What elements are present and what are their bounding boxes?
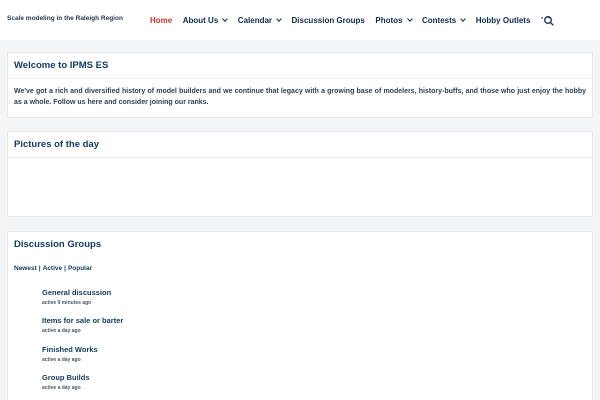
nav-item-home[interactable]: Home bbox=[150, 16, 172, 25]
list-item: Finished Works active a day ago bbox=[42, 345, 98, 363]
filter-newest[interactable]: Newest bbox=[14, 265, 37, 272]
welcome-card: Welcome to IPMS ES We've got a rich and … bbox=[7, 52, 593, 118]
filter-active[interactable]: Active bbox=[43, 265, 63, 272]
welcome-title: Welcome to IPMS ES bbox=[8, 53, 592, 79]
group-activity: active 9 minutes ago bbox=[42, 300, 92, 306]
nav-item-calendar[interactable]: Calendar bbox=[237, 15, 282, 25]
discussion-card: Discussion Groups Newest | Active | Popular … bbox=[7, 231, 593, 400]
nav-item-label: About Us bbox=[182, 15, 219, 25]
nav-item-label: Contests bbox=[422, 15, 457, 25]
nav-item-hobby-outlets[interactable]: Hobby Outlets bbox=[476, 16, 531, 25]
filter-separator: | bbox=[38, 265, 41, 272]
group-title-link[interactable]: General discussion bbox=[42, 288, 111, 297]
nav-item-contests[interactable]: Contests bbox=[422, 15, 467, 25]
filter-separator: | bbox=[64, 265, 66, 272]
group-filters: Newest | Active | Popular bbox=[14, 265, 92, 272]
nav-item-label: Discussion Groups bbox=[291, 15, 365, 25]
main-nav: Home About Us Calendar Discussion Groups… bbox=[150, 0, 551, 40]
nav-item-discussion-groups[interactable]: Discussion Groups bbox=[292, 16, 365, 25]
nav-item-label: Home bbox=[150, 15, 173, 25]
nav-item-label: Photos bbox=[375, 15, 403, 25]
site-tagline: Scale modeling in the Raleigh Region bbox=[7, 15, 123, 22]
chevron-down-icon bbox=[406, 16, 413, 22]
discussion-title: Discussion Groups bbox=[14, 239, 102, 250]
group-activity: active a day ago bbox=[42, 357, 81, 363]
nav-item-label: Hobby Outlets bbox=[475, 15, 531, 25]
group-activity: active a day ago bbox=[42, 328, 81, 334]
pictures-gallery bbox=[8, 158, 592, 216]
nav-item-label: Calendar bbox=[237, 15, 273, 25]
group-title-link[interactable]: Group Builds bbox=[42, 373, 90, 382]
pictures-card: Pictures of the day bbox=[7, 131, 593, 217]
site-header: Scale modeling in the Raleigh Region Hom… bbox=[0, 0, 600, 40]
welcome-text: We've got a rich and diversified history… bbox=[14, 88, 586, 106]
list-item: Group Builds active a day ago bbox=[42, 373, 90, 391]
search-button[interactable] bbox=[543, 14, 555, 26]
nav-item-about-us[interactable]: About Us bbox=[182, 15, 229, 25]
chevron-down-icon bbox=[460, 16, 467, 22]
list-item: General discussion active 9 minutes ago bbox=[42, 288, 111, 306]
filter-popular[interactable]: Popular bbox=[68, 265, 92, 272]
pictures-title: Pictures of the day bbox=[8, 132, 592, 158]
nav-item-photos[interactable]: Photos bbox=[375, 15, 413, 25]
chevron-down-icon bbox=[222, 16, 229, 22]
group-title-link[interactable]: Finished Works bbox=[42, 345, 98, 354]
list-item: Items for sale or barter active a day ag… bbox=[42, 316, 123, 334]
group-activity: active a day ago bbox=[42, 385, 81, 391]
search-icon bbox=[544, 16, 554, 26]
chevron-down-icon bbox=[276, 16, 282, 22]
group-title-link[interactable]: Items for sale or barter bbox=[42, 316, 123, 325]
